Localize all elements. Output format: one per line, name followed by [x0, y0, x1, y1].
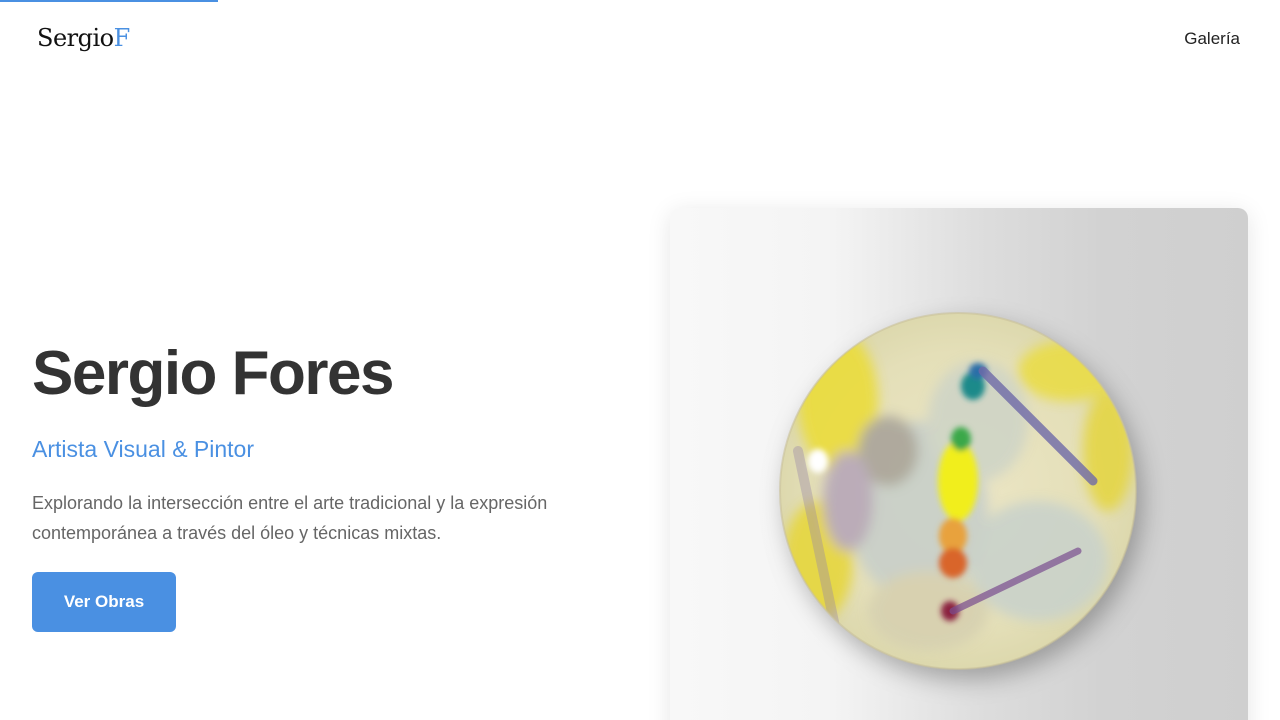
featured-artwork-image [779, 312, 1137, 670]
hero-description: Explorando la intersección entre el arte… [32, 493, 548, 544]
hero-text: Sergio Fores Artista Visual & Pintor Exp… [32, 339, 622, 633]
site-header: SergioF Galería [0, 0, 1280, 80]
logo[interactable]: SergioF [37, 24, 130, 52]
nav-link-gallery[interactable]: Galería [1184, 29, 1240, 49]
logo-accent-letter: F [113, 24, 131, 52]
hero-title: Sergio Fores [32, 339, 395, 408]
featured-artwork-card [670, 208, 1248, 720]
hero-subtitle: Artista Visual & Pintor [32, 436, 255, 463]
logo-main-text: Sergio [37, 24, 114, 52]
view-works-button[interactable]: Ver Obras [32, 572, 176, 633]
